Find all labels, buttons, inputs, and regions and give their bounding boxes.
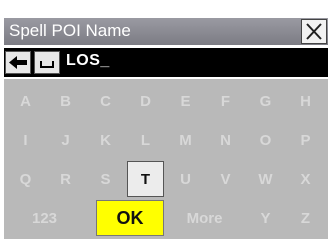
key-l[interactable]: L: [127, 122, 164, 158]
key-s[interactable]: S: [87, 161, 124, 197]
keyboard: A B C D E F G H I J K L M N O P Q R S T …: [4, 79, 328, 239]
key-q[interactable]: Q: [7, 161, 44, 197]
key-w[interactable]: W: [247, 161, 284, 197]
space-bar-icon: [40, 61, 54, 68]
key-g[interactable]: G: [247, 83, 284, 119]
spell-poi-dialog: Spell POI Name LOS_ A B C D E F G H I J …: [0, 0, 332, 242]
key-x[interactable]: X: [287, 161, 324, 197]
key-k[interactable]: K: [87, 122, 124, 158]
key-e[interactable]: E: [167, 83, 204, 119]
more-button[interactable]: More: [167, 200, 242, 236]
key-r[interactable]: R: [47, 161, 84, 197]
key-o[interactable]: O: [247, 122, 284, 158]
title-bar: Spell POI Name: [4, 18, 328, 45]
key-f[interactable]: F: [207, 83, 244, 119]
key-b[interactable]: B: [47, 83, 84, 119]
key-h[interactable]: H: [287, 83, 324, 119]
key-v[interactable]: V: [207, 161, 244, 197]
close-button[interactable]: [301, 19, 327, 44]
key-i[interactable]: I: [7, 122, 44, 158]
dialog-title: Spell POI Name: [9, 21, 131, 40]
key-j[interactable]: J: [47, 122, 84, 158]
key-d[interactable]: D: [127, 83, 164, 119]
key-t[interactable]: T: [127, 161, 164, 197]
numbers-button[interactable]: 123: [7, 200, 82, 236]
left-arrow-icon: [9, 56, 27, 69]
key-z[interactable]: Z: [287, 200, 324, 236]
key-p[interactable]: P: [287, 122, 324, 158]
key-u[interactable]: U: [167, 161, 204, 197]
backspace-button[interactable]: [5, 51, 31, 74]
key-m[interactable]: M: [167, 122, 204, 158]
key-a[interactable]: A: [7, 83, 44, 119]
entry-text: LOS_: [66, 52, 110, 69]
key-y[interactable]: Y: [247, 200, 284, 236]
key-c[interactable]: C: [87, 83, 124, 119]
close-x-icon: [306, 23, 322, 40]
ok-button[interactable]: OK: [96, 200, 164, 236]
space-button[interactable]: [34, 51, 60, 74]
key-n[interactable]: N: [207, 122, 244, 158]
